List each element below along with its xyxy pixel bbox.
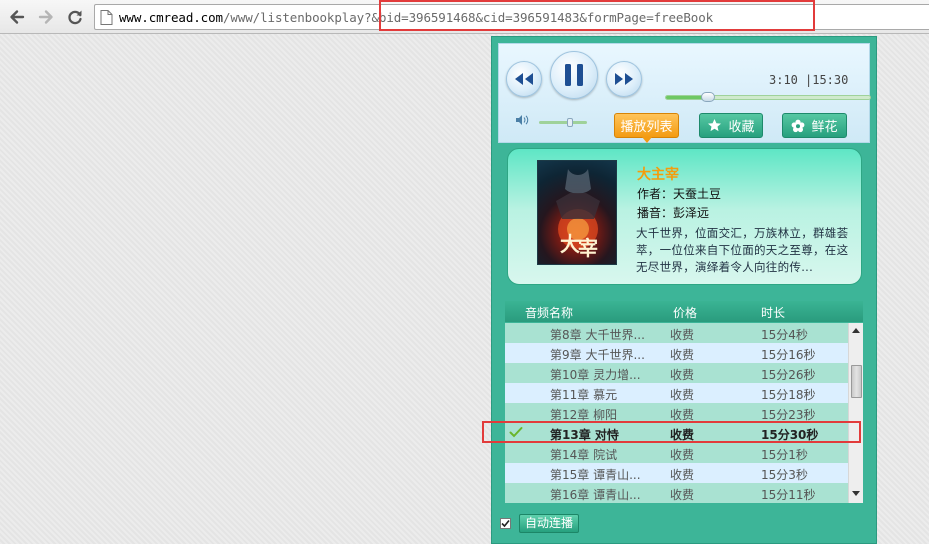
arrow-left-icon xyxy=(10,10,25,24)
reload-icon xyxy=(68,10,82,25)
playlist-tab-label: 播放列表 xyxy=(620,120,673,135)
page-icon xyxy=(100,10,113,25)
audio-player-panel: 3:10 |15:30 播放列表 收藏 鲜花 大 宰 大主宰 作者：天蚕土豆 播… xyxy=(491,36,877,544)
list-item[interactable]: 第10章 灵力增... 收费 15分26秒 xyxy=(505,363,848,383)
chapter-duration: 15分16秒 xyxy=(761,348,816,362)
chapter-list-header: 音频名称 价格 时长 xyxy=(505,301,863,322)
chapter-price: 收费 xyxy=(670,328,695,342)
list-item[interactable]: 第8章 大千世界... 收费 15分4秒 xyxy=(505,323,848,343)
svg-text:宰: 宰 xyxy=(578,236,598,260)
book-cover-image[interactable]: 大 宰 xyxy=(537,160,617,265)
chapter-duration: 15分18秒 xyxy=(761,388,816,402)
header-duration: 时长 xyxy=(761,306,786,320)
book-title[interactable]: 大主宰 xyxy=(637,164,679,184)
autoplay-checkbox[interactable] xyxy=(500,517,511,529)
check-icon xyxy=(501,519,510,527)
cover-art: 大 宰 xyxy=(556,169,600,260)
list-item[interactable]: 第14章 院试 收费 15分1秒 xyxy=(505,443,848,463)
flowers-label: 鲜花 xyxy=(811,120,838,135)
chapter-price: 收费 xyxy=(670,388,695,402)
book-info-card: 大 宰 大主宰 作者：天蚕土豆 播音：彭泽远 大千世界，位面交汇，万族林立，群雄… xyxy=(507,148,862,285)
rewind-icon xyxy=(515,73,533,85)
chapter-name: 第10章 灵力增... xyxy=(550,368,641,382)
list-item[interactable]: 第12章 柳阳 收费 15分23秒 xyxy=(505,403,848,423)
header-name: 音频名称 xyxy=(525,306,574,320)
svg-text:大: 大 xyxy=(560,232,580,256)
back-button[interactable] xyxy=(6,6,28,28)
chapter-duration: 15分26秒 xyxy=(761,368,816,382)
list-item[interactable]: 第9章 大千世界... 收费 15分16秒 xyxy=(505,343,848,363)
chapter-duration: 15分11秒 xyxy=(761,488,816,502)
forward-button[interactable] xyxy=(35,6,57,28)
chapter-price: 收费 xyxy=(670,348,695,362)
chapter-price: 收费 xyxy=(670,488,695,502)
total-time: |15:30 xyxy=(805,73,849,87)
favorite-button[interactable]: 收藏 xyxy=(699,113,763,138)
book-author: 作者：天蚕土豆 xyxy=(637,187,722,201)
chapter-name: 第15章 谭青山... xyxy=(550,468,641,482)
row-highlight-box xyxy=(482,421,861,443)
star-icon xyxy=(708,119,722,132)
chapter-duration: 15分3秒 xyxy=(761,468,808,482)
fast-forward-icon xyxy=(615,73,633,85)
chapter-name: 第14章 院试 xyxy=(550,448,618,462)
chapter-price: 收费 xyxy=(670,368,695,382)
volume-icon[interactable] xyxy=(515,114,529,126)
progress-slider[interactable] xyxy=(665,92,871,102)
chapter-name: 第16章 谭青山... xyxy=(550,488,641,502)
url-host: www.cmread.com xyxy=(119,10,223,25)
book-narrator: 播音：彭泽远 xyxy=(637,206,710,220)
chapter-name: 第8章 大千世界... xyxy=(550,328,645,342)
chapter-duration: 15分4秒 xyxy=(761,328,808,342)
scroll-thumb[interactable] xyxy=(851,365,862,398)
tab-pointer xyxy=(642,137,652,143)
flowers-button[interactable]: 鲜花 xyxy=(782,113,847,138)
playlist-tab[interactable]: 播放列表 xyxy=(614,113,679,143)
chapter-price: 收费 xyxy=(670,468,695,482)
volume-handle[interactable] xyxy=(567,118,574,127)
chapter-list: 第8章 大千世界... 收费 15分4秒 第9章 大千世界... 收费 15分1… xyxy=(505,323,848,503)
list-item[interactable]: 第11章 慕元 收费 15分18秒 xyxy=(505,383,848,403)
list-item[interactable]: 第16章 谭青山... 收费 15分11秒 xyxy=(505,483,848,503)
reload-button[interactable] xyxy=(64,6,86,28)
favorite-label: 收藏 xyxy=(728,120,755,135)
player-controls: 3:10 |15:30 播放列表 收藏 鲜花 xyxy=(498,43,871,143)
arrow-right-icon xyxy=(38,10,53,24)
header-price: 价格 xyxy=(673,306,698,320)
fast-forward-button[interactable] xyxy=(606,61,642,97)
flower-icon xyxy=(792,119,805,132)
scroll-up-icon[interactable] xyxy=(852,328,860,333)
list-item[interactable]: 第15章 谭青山... 收费 15分3秒 xyxy=(505,463,848,483)
autoplay-button[interactable]: 自动连播 xyxy=(519,513,580,533)
chapter-name: 第9章 大千世界... xyxy=(550,348,645,362)
autoplay-control: 自动连播 xyxy=(500,513,580,533)
chapter-name: 第11章 慕元 xyxy=(550,388,618,402)
current-time: 3:10 xyxy=(769,73,798,87)
rewind-button[interactable] xyxy=(506,61,542,97)
pause-icon xyxy=(565,64,583,86)
book-description: 大千世界，位面交汇，万族林立，群雄荟萃，一位位来自下位面的天之至尊，在这无尽世界… xyxy=(636,226,849,274)
url-highlight-box xyxy=(379,0,815,31)
chapter-duration: 15分1秒 xyxy=(761,448,808,462)
progress-handle[interactable] xyxy=(701,92,716,102)
list-scrollbar[interactable] xyxy=(848,323,863,503)
volume-slider[interactable] xyxy=(539,118,587,127)
chapter-price: 收费 xyxy=(670,448,695,462)
pause-button[interactable] xyxy=(550,51,598,99)
scroll-down-icon[interactable] xyxy=(852,491,860,496)
